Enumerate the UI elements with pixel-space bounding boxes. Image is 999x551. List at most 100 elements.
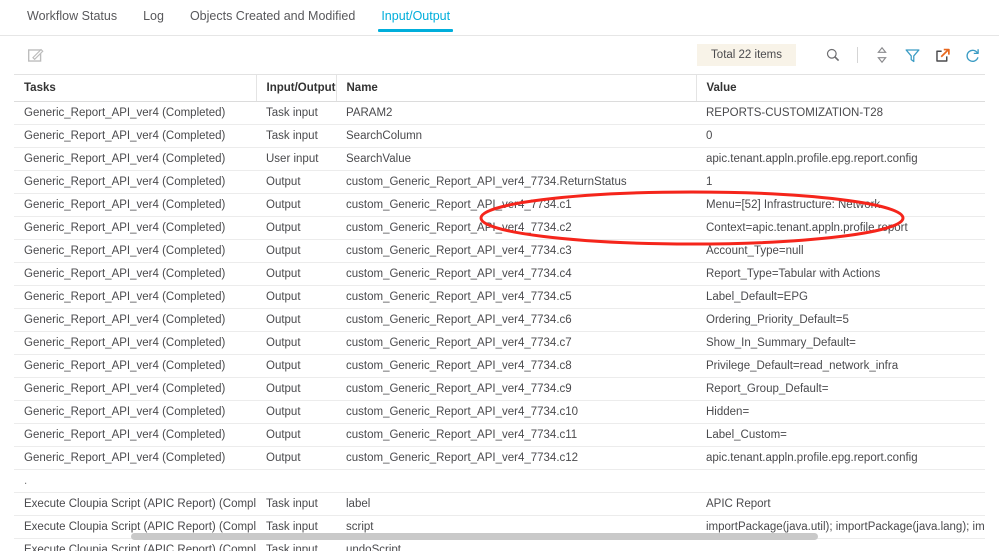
toolbar-right-group: Total 22 items — [697, 42, 987, 68]
cell-tasks: Generic_Report_API_ver4 (Completed) — [14, 262, 256, 286]
cell-name: SearchValue — [336, 147, 696, 171]
cell-io: Output — [256, 308, 336, 332]
filter-icon[interactable] — [897, 42, 927, 68]
cell-value — [696, 469, 985, 493]
cell-tasks: Generic_Report_API_ver4 (Completed) — [14, 124, 256, 148]
input-output-table-container: Tasks Input/Output Name Value Generic_Re… — [14, 74, 985, 551]
cell-value: apic.tenant.appln.profile.epg.report.con… — [696, 147, 985, 171]
sort-icon[interactable] — [867, 42, 897, 68]
horizontal-scrollbar-thumb[interactable] — [131, 533, 818, 540]
table-toolbar: Total 22 items — [0, 36, 999, 74]
cell-name — [336, 469, 696, 493]
cell-name: custom_Generic_Report_API_ver4_7734.c8 — [336, 354, 696, 378]
horizontal-scrollbar-track[interactable] — [28, 533, 971, 542]
tab-log[interactable]: Log — [130, 0, 177, 33]
cell-name: custom_Generic_Report_API_ver4_7734.c2 — [336, 216, 696, 240]
cell-tasks: Generic_Report_API_ver4 (Completed) — [14, 377, 256, 401]
table-row[interactable]: Generic_Report_API_ver4 (Completed) User … — [14, 147, 985, 171]
table-row[interactable]: Generic_Report_API_ver4 (Completed) Outpu… — [14, 377, 985, 401]
cell-name: custom_Generic_Report_API_ver4_7734.Retu… — [336, 170, 696, 194]
tab-label: Input/Output — [381, 9, 451, 23]
cell-tasks: Generic_Report_API_ver4 (Completed) — [14, 147, 256, 171]
toolbar-left-group — [20, 42, 50, 68]
cell-tasks: Generic_Report_API_ver4 (Completed) — [14, 193, 256, 217]
cell-tasks: Generic_Report_API_ver4 (Completed) — [14, 285, 256, 309]
cell-name: custom_Generic_Report_API_ver4_7734.c1 — [336, 193, 696, 217]
cell-io: Output — [256, 331, 336, 355]
cell-name: custom_Generic_Report_API_ver4_7734.c6 — [336, 308, 696, 332]
tab-label: Log — [143, 9, 164, 23]
table-row[interactable]: Generic_Report_API_ver4 (Completed) Outpu… — [14, 170, 985, 194]
cell-io: Output — [256, 239, 336, 263]
cell-value: Report_Group_Default= — [696, 377, 985, 401]
search-icon[interactable] — [818, 42, 848, 68]
input-output-table: Tasks Input/Output Name Value Generic_Re… — [14, 75, 985, 551]
cell-name: custom_Generic_Report_API_ver4_7734.c3 — [336, 239, 696, 263]
cell-value: Label_Default=EPG — [696, 285, 985, 309]
cell-tasks: Execute Cloupia Script (APIC Report) (Co… — [14, 492, 256, 516]
refresh-icon[interactable] — [957, 42, 987, 68]
table-row[interactable]: Generic_Report_API_ver4 (Completed) Outpu… — [14, 308, 985, 332]
cell-io: Output — [256, 377, 336, 401]
table-row[interactable]: Generic_Report_API_ver4 (Completed) Outpu… — [14, 285, 985, 309]
total-items-badge: Total 22 items — [697, 44, 796, 66]
cell-io: Output — [256, 285, 336, 309]
cell-io: Output — [256, 170, 336, 194]
cell-tasks: Generic_Report_API_ver4 (Completed) — [14, 308, 256, 332]
cell-value: Ordering_Priority_Default=5 — [696, 308, 985, 332]
cell-io — [256, 469, 336, 493]
table-row[interactable]: Generic_Report_API_ver4 (Completed) Outpu… — [14, 423, 985, 447]
cell-name: PARAM2 — [336, 101, 696, 125]
cell-tasks: . — [14, 469, 256, 493]
table-row[interactable]: Generic_Report_API_ver4 (Completed) Outpu… — [14, 262, 985, 286]
tab-workflow-status[interactable]: Workflow Status — [14, 0, 130, 33]
column-header-value[interactable]: Value — [696, 75, 985, 102]
table-row[interactable]: Execute Cloupia Script (APIC Report) (Co… — [14, 492, 985, 516]
cell-value: Context=apic.tenant.appln.profile.report — [696, 216, 985, 240]
table-row[interactable]: Generic_Report_API_ver4 (Completed) Task … — [14, 101, 985, 125]
cell-tasks: Generic_Report_API_ver4 (Completed) — [14, 400, 256, 424]
cell-io: Task input — [256, 124, 336, 148]
table-row[interactable]: Generic_Report_API_ver4 (Completed) Outpu… — [14, 331, 985, 355]
cell-io: Task input — [256, 492, 336, 516]
table-row[interactable]: Generic_Report_API_ver4 (Completed) Outpu… — [14, 193, 985, 217]
cell-io: Task input — [256, 101, 336, 125]
cell-value: APIC Report — [696, 492, 985, 516]
cell-tasks: Generic_Report_API_ver4 (Completed) — [14, 446, 256, 470]
cell-io: Output — [256, 423, 336, 447]
cell-io: Output — [256, 262, 336, 286]
cell-value: Privilege_Default=read_network_infra — [696, 354, 985, 378]
tab-active-underline — [378, 29, 454, 32]
export-icon[interactable] — [927, 42, 957, 68]
table-row[interactable]: Generic_Report_API_ver4 (Completed) Outpu… — [14, 354, 985, 378]
tab-bar: Workflow Status Log Objects Created and … — [0, 0, 999, 36]
tab-label: Workflow Status — [27, 9, 118, 23]
toolbar-divider — [857, 47, 858, 63]
cell-name: custom_Generic_Report_API_ver4_7734.c4 — [336, 262, 696, 286]
edit-square-icon[interactable] — [20, 42, 50, 68]
cell-io: Output — [256, 400, 336, 424]
cell-value: Menu=[52] Infrastructure: Network — [696, 193, 985, 217]
cell-tasks: Generic_Report_API_ver4 (Completed) — [14, 216, 256, 240]
cell-value: Hidden= — [696, 400, 985, 424]
cell-tasks: Generic_Report_API_ver4 (Completed) — [14, 423, 256, 447]
table-row[interactable]: Generic_Report_API_ver4 (Completed) Outpu… — [14, 216, 985, 240]
table-header: Tasks Input/Output Name Value — [14, 75, 985, 102]
table-row[interactable]: Generic_Report_API_ver4 (Completed) Outpu… — [14, 400, 985, 424]
cell-name: custom_Generic_Report_API_ver4_7734.c5 — [336, 285, 696, 309]
cell-tasks: Generic_Report_API_ver4 (Completed) — [14, 101, 256, 125]
cell-name: custom_Generic_Report_API_ver4_7734.c9 — [336, 377, 696, 401]
cell-name: SearchColumn — [336, 124, 696, 148]
column-header-name[interactable]: Name — [336, 75, 697, 102]
table-spacer-row[interactable]: . — [14, 469, 985, 493]
tab-objects-created-and-modified[interactable]: Objects Created and Modified — [177, 0, 368, 33]
column-header-input-output[interactable]: Input/Output — [256, 75, 337, 102]
cell-value: 0 — [696, 124, 985, 148]
table-row[interactable]: Generic_Report_API_ver4 (Completed) Outpu… — [14, 446, 985, 470]
cell-io: Output — [256, 193, 336, 217]
table-row[interactable]: Generic_Report_API_ver4 (Completed) Task … — [14, 124, 985, 148]
column-header-tasks[interactable]: Tasks — [14, 75, 257, 102]
tab-input-output[interactable]: Input/Output — [368, 0, 463, 33]
table-row[interactable]: Generic_Report_API_ver4 (Completed) Outpu… — [14, 239, 985, 263]
cell-tasks: Generic_Report_API_ver4 (Completed) — [14, 239, 256, 263]
